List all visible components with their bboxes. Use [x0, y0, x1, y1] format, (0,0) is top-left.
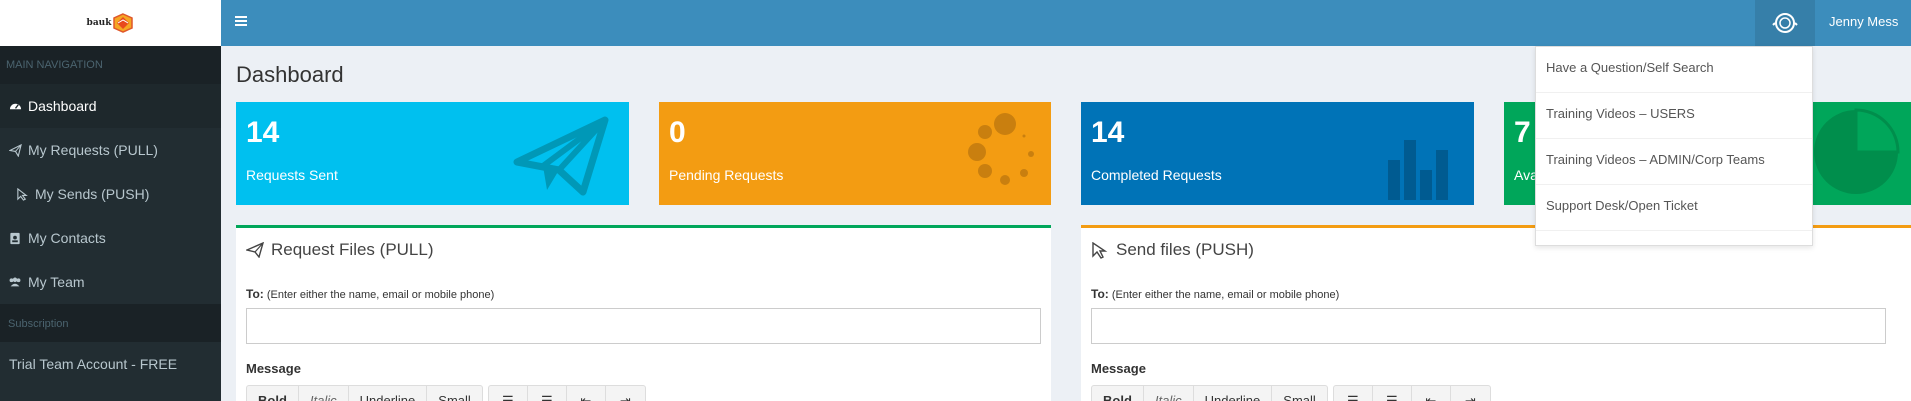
lifebuoy-icon — [1772, 13, 1798, 33]
outdent-icon: ⇤ — [1425, 393, 1437, 401]
sidebar-item-label: My Team — [28, 274, 85, 290]
logo-icon — [113, 13, 134, 33]
page-title: Dashboard — [236, 62, 344, 87]
to-label-text: To: — [246, 287, 264, 301]
stat-pending-requests[interactable]: 0 Pending Requests — [659, 102, 1051, 205]
stat-label: Completed Requests — [1091, 167, 1222, 183]
panel-title: Request Files (PULL) — [246, 240, 434, 260]
ordered-list-button[interactable]: ☰ — [528, 386, 567, 401]
outdent-icon: ⇤ — [580, 393, 592, 401]
request-to-input[interactable] — [246, 308, 1041, 344]
to-hint: (Enter either the name, email or mobile … — [266, 289, 495, 301]
cursor-icon — [1091, 241, 1109, 259]
underline-button[interactable]: Underline — [1194, 386, 1273, 401]
editor-toolbar: Bold Italic Underline Small ☰ ☰ ⇤ ⇥ — [246, 385, 646, 401]
ordered-list-icon: ☰ — [540, 393, 553, 401]
menu-item-training-users[interactable]: Training Videos – USERS — [1536, 93, 1812, 139]
menu-item-support-desk[interactable]: Support Desk/Open Ticket — [1536, 185, 1812, 231]
to-label: To: (Enter either the name, email or mob… — [1091, 287, 1339, 301]
sidebar: bauk MAIN NAVIGATION Dashboard My Reques… — [0, 0, 221, 401]
panel-title: Send files (PUSH) — [1091, 240, 1254, 260]
stat-label: Requests Sent — [246, 167, 338, 183]
small-button[interactable]: Small — [427, 386, 482, 401]
sidebar-item-my-team[interactable]: My Team — [0, 260, 221, 304]
list-group: ☰ ☰ ⇤ ⇥ — [487, 385, 646, 401]
message-label: Message — [1091, 361, 1146, 376]
ordered-list-icon: ☰ — [1385, 393, 1398, 401]
italic-button[interactable]: Italic — [299, 386, 349, 401]
menu-item-training-admin[interactable]: Training Videos – ADMIN/Corp Teams — [1536, 139, 1812, 185]
request-files-panel: Request Files (PULL) To: (Enter either t… — [236, 225, 1051, 401]
indent-icon: ⇥ — [1464, 393, 1476, 401]
stat-label: Pending Requests — [669, 167, 784, 183]
dashboard-icon — [8, 99, 22, 113]
text-style-group: Bold Italic Underline Small — [246, 385, 483, 401]
to-label: To: (Enter either the name, email or mob… — [246, 287, 494, 301]
to-hint: (Enter either the name, email or mobile … — [1111, 289, 1340, 301]
paper-plane-icon — [8, 143, 22, 157]
italic-button[interactable]: Italic — [1144, 386, 1194, 401]
stat-value: 14 — [1091, 116, 1125, 149]
underline-button[interactable]: Underline — [349, 386, 428, 401]
to-label-text: To: — [1091, 287, 1109, 301]
help-dropdown-menu: Have a Question/Self Search Training Vid… — [1535, 46, 1813, 246]
message-label: Message — [246, 361, 301, 376]
nav-header: MAIN NAVIGATION — [0, 46, 221, 84]
sidebar-item-dashboard[interactable]: Dashboard — [0, 84, 221, 128]
panel-title-text: Request Files (PULL) — [271, 240, 434, 259]
stat-value: 7 — [1514, 116, 1531, 149]
sidebar-item-my-requests[interactable]: My Requests (PULL) — [0, 128, 221, 172]
contacts-icon — [8, 231, 22, 245]
sidebar-item-my-sends[interactable]: My Sends (PUSH) — [0, 172, 221, 216]
editor-toolbar: Bold Italic Underline Small ☰ ☰ ⇤ ⇥ — [1091, 385, 1491, 401]
send-files-panel: Send files (PUSH) To: (Enter either the … — [1081, 225, 1911, 401]
unordered-list-icon: ☰ — [1346, 393, 1359, 401]
spinner-icon — [968, 113, 1034, 185]
outdent-button[interactable]: ⇤ — [567, 386, 606, 401]
logo-text: bauk — [86, 18, 112, 28]
stat-requests-sent[interactable]: 14 Requests Sent — [236, 102, 629, 205]
stat-value: 0 — [669, 116, 686, 149]
bold-button[interactable]: Bold — [247, 386, 299, 401]
panel-title-text: Send files (PUSH) — [1116, 240, 1254, 259]
stat-value: 14 — [246, 116, 280, 149]
cursor-icon — [15, 187, 29, 201]
user-menu[interactable]: Jenny Mess — [1829, 14, 1898, 29]
help-button[interactable] — [1755, 0, 1815, 46]
small-button[interactable]: Small — [1272, 386, 1327, 401]
pie-chart-icon — [1814, 108, 1900, 194]
indent-button[interactable]: ⇥ — [606, 386, 645, 401]
indent-button[interactable]: ⇥ — [1451, 386, 1490, 401]
trial-account-link[interactable]: Trial Team Account - FREE — [0, 342, 221, 386]
bold-button[interactable]: Bold — [1092, 386, 1144, 401]
text-style-group: Bold Italic Underline Small — [1091, 385, 1328, 401]
indent-icon: ⇥ — [619, 393, 631, 401]
unordered-list-button[interactable]: ☰ — [1334, 386, 1373, 401]
list-group: ☰ ☰ ⇤ ⇥ — [1332, 385, 1491, 401]
sidebar-item-my-contacts[interactable]: My Contacts — [0, 216, 221, 260]
sidebar-item-label: Dashboard — [28, 98, 97, 114]
send-to-input[interactable] — [1091, 308, 1886, 344]
subscription-header: Subscription — [0, 304, 221, 342]
sidebar-item-label: My Sends (PUSH) — [35, 186, 150, 202]
unordered-list-icon: ☰ — [501, 393, 514, 401]
sidebar-item-label: My Contacts — [28, 230, 106, 246]
paper-plane-icon — [513, 116, 609, 196]
logo[interactable]: bauk — [0, 0, 221, 46]
top-navbar: Jenny Mess — [221, 0, 1911, 46]
ordered-list-button[interactable]: ☰ — [1373, 386, 1412, 401]
bar-chart-icon — [1388, 140, 1448, 200]
menu-item-self-search[interactable]: Have a Question/Self Search — [1536, 47, 1812, 93]
sidebar-item-label: My Requests (PULL) — [28, 142, 158, 158]
unordered-list-button[interactable]: ☰ — [489, 386, 528, 401]
stat-completed-requests[interactable]: 14 Completed Requests — [1081, 102, 1474, 205]
hamburger-icon[interactable] — [235, 14, 251, 30]
outdent-button[interactable]: ⇤ — [1412, 386, 1451, 401]
users-icon — [8, 275, 22, 289]
paper-plane-icon — [246, 242, 264, 258]
